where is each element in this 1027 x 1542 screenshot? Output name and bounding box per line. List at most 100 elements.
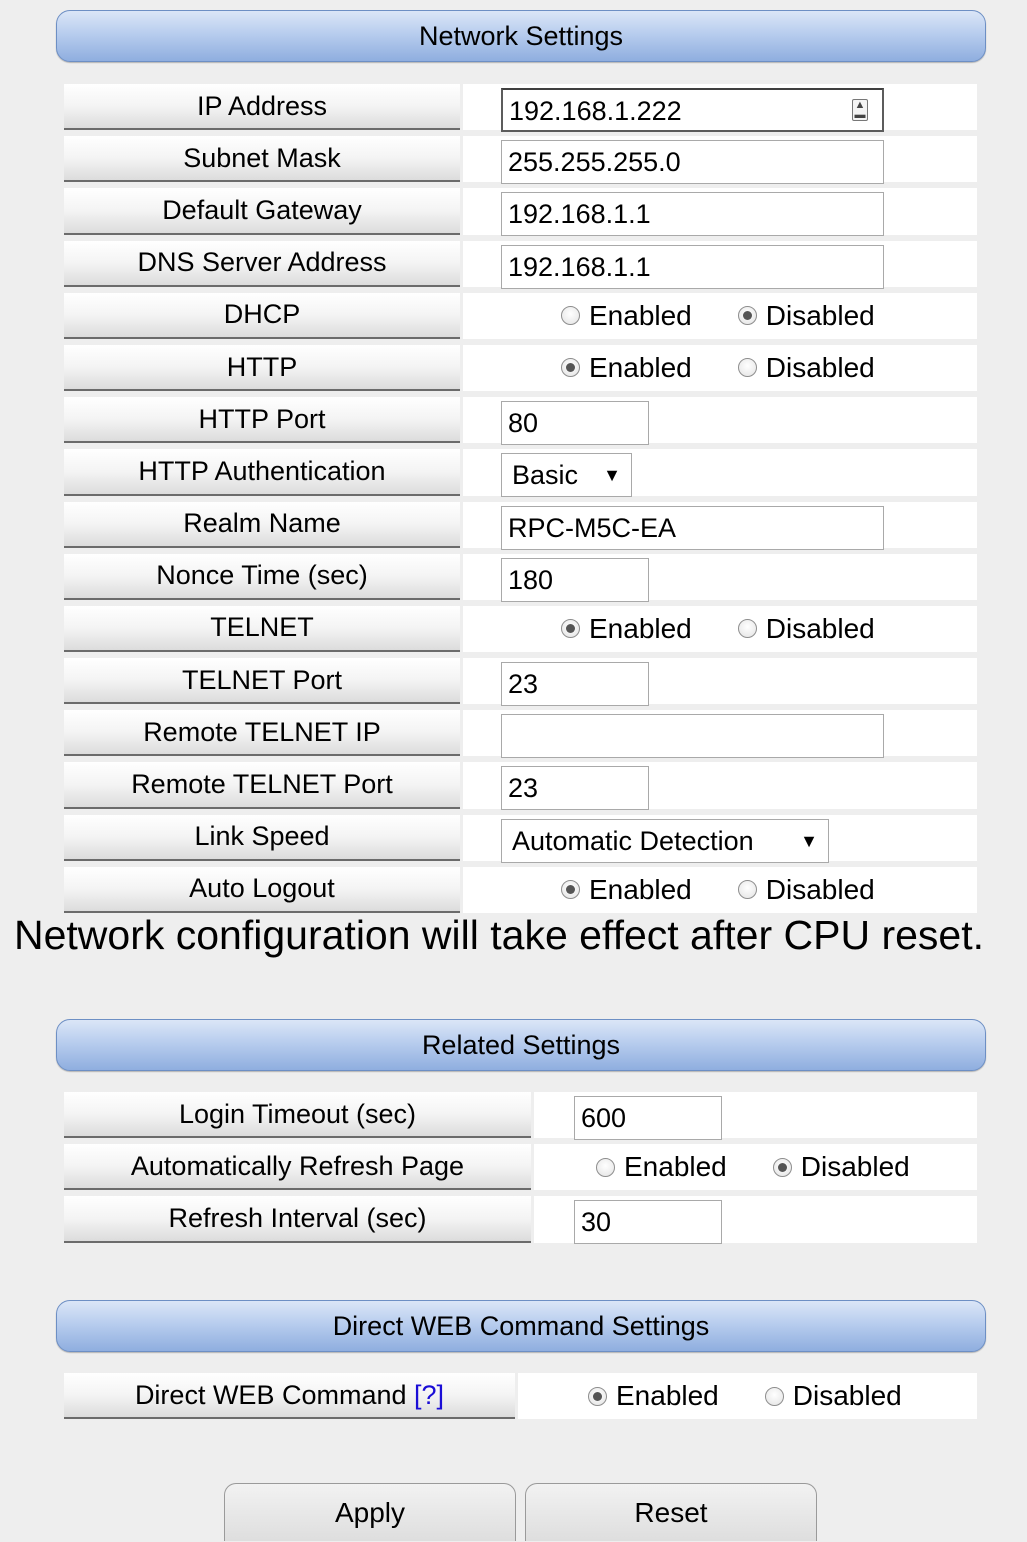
auto-logout-radio-group: Enabled Disabled <box>561 867 921 913</box>
nonce-time-row: Nonce Time (sec) 180 <box>64 551 977 603</box>
auto-refresh-radio-group: Enabled Disabled <box>596 1144 956 1190</box>
link-speed-select[interactable]: Automatic Detection ▼ <box>501 818 829 863</box>
network-settings-panel: IP Address 192.168.1.222 ▲ ▬ Subnet Mask … <box>64 81 977 916</box>
ip-address-input[interactable]: 192.168.1.222 ▲ ▬ <box>501 88 884 132</box>
ip-address-value: 192.168.1.222 <box>509 96 682 126</box>
telnet-enabled-radio[interactable] <box>561 619 580 639</box>
login-timeout-label: Login Timeout (sec) <box>64 1092 531 1139</box>
auto-refresh-disabled-option[interactable]: Disabled <box>772 1151 910 1183</box>
login-timeout-cell: 600 <box>534 1092 977 1140</box>
direct-web-command-cell: Enabled Disabled <box>518 1373 977 1420</box>
http-port-input[interactable]: 80 <box>501 401 649 446</box>
remote-telnet-port-input[interactable]: 23 <box>501 766 649 811</box>
auto-logout-enabled-radio[interactable] <box>561 880 580 900</box>
telnet-port-input[interactable]: 23 <box>501 662 649 707</box>
dhcp-enabled-option[interactable]: Enabled <box>561 300 692 332</box>
direct-web-command-radio-group: Enabled Disabled <box>588 1373 948 1419</box>
http-disabled-radio[interactable] <box>737 358 757 378</box>
auto-logout-disabled-text: Disabled <box>765 873 875 905</box>
realm-name-cell: RPC-M5C-EA <box>463 501 977 550</box>
http-disabled-option[interactable]: Disabled <box>737 352 875 384</box>
telnet-enabled-option[interactable]: Enabled <box>561 613 692 645</box>
remote-telnet-port-cell: 23 <box>463 762 977 811</box>
auto-logout-disabled-option[interactable]: Disabled <box>737 873 875 906</box>
dropdown-arrow-icon: ▼ <box>800 830 818 851</box>
subnet-mask-row: Subnet Mask 255.255.255.0 <box>64 133 977 185</box>
direct-web-command-disabled-option[interactable]: Disabled <box>764 1380 902 1412</box>
direct-web-command-disabled-radio[interactable] <box>764 1386 784 1406</box>
direct-web-command-enabled-option[interactable]: Enabled <box>588 1380 719 1412</box>
dhcp-enabled-text: Enabled <box>589 299 692 331</box>
dropdown-arrow-icon: ▼ <box>603 465 621 486</box>
http-enabled-text: Enabled <box>589 351 692 383</box>
telnet-disabled-radio[interactable] <box>737 619 757 639</box>
autofill-key-icon[interactable]: ▲ ▬ <box>852 99 868 121</box>
refresh-interval-input[interactable]: 30 <box>574 1200 722 1245</box>
cpu-reset-notice: Network configuration will take effect a… <box>14 912 984 958</box>
http-row: HTTP Enabled Disabled <box>64 342 977 394</box>
default-gateway-row: Default Gateway 192.168.1.1 <box>64 185 977 237</box>
link-speed-label: Link Speed <box>64 814 460 861</box>
dhcp-disabled-option[interactable]: Disabled <box>737 299 875 332</box>
ip-address-row: IP Address 192.168.1.222 ▲ ▬ <box>64 81 977 133</box>
http-auth-row: HTTP Authentication Basic ▼ <box>64 446 977 498</box>
apply-button[interactable]: Apply <box>224 1483 516 1541</box>
dns-server-label: DNS Server Address <box>64 240 460 287</box>
login-timeout-input[interactable]: 600 <box>574 1096 722 1140</box>
network-settings-header: Network Settings <box>56 10 986 62</box>
default-gateway-input[interactable]: 192.168.1.1 <box>501 192 884 237</box>
auto-refresh-cell: Enabled Disabled <box>534 1144 977 1191</box>
http-label: HTTP <box>64 344 460 392</box>
auto-logout-cell: Enabled Disabled <box>463 866 977 913</box>
direct-web-command-disabled-text: Disabled <box>792 1380 902 1411</box>
default-gateway-cell: 192.168.1.1 <box>463 188 977 237</box>
remote-telnet-port-row: Remote TELNET Port 23 <box>64 759 977 811</box>
dhcp-label: DHCP <box>64 292 460 339</box>
help-link[interactable]: [?] <box>414 1380 444 1411</box>
auto-logout-enabled-text: Enabled <box>589 873 692 905</box>
link-speed-value: Automatic Detection <box>512 825 754 856</box>
http-auth-label: HTTP Authentication <box>64 449 460 496</box>
telnet-row: TELNET Enabled Disabled <box>64 603 977 655</box>
telnet-label: TELNET <box>64 605 460 653</box>
auto-refresh-enabled-text: Enabled <box>624 1151 727 1183</box>
http-cell: Enabled Disabled <box>463 344 977 392</box>
dhcp-radio-group: Enabled Disabled <box>561 293 921 339</box>
auto-refresh-enabled-radio[interactable] <box>596 1157 615 1177</box>
dhcp-disabled-radio[interactable] <box>737 306 757 326</box>
auto-refresh-disabled-text: Disabled <box>800 1151 910 1183</box>
http-auth-select[interactable]: Basic ▼ <box>501 453 632 498</box>
remote-telnet-ip-input[interactable] <box>501 714 884 759</box>
auto-refresh-enabled-option[interactable]: Enabled <box>596 1151 727 1183</box>
remote-telnet-ip-label: Remote TELNET IP <box>64 710 460 757</box>
http-enabled-radio[interactable] <box>561 358 580 378</box>
default-gateway-label: Default Gateway <box>64 188 460 235</box>
dns-server-cell: 192.168.1.1 <box>463 240 977 289</box>
dhcp-disabled-text: Disabled <box>765 299 875 331</box>
refresh-interval-cell: 30 <box>534 1196 977 1245</box>
http-port-cell: 80 <box>463 397 977 446</box>
reset-button[interactable]: Reset <box>525 1483 817 1541</box>
auto-logout-enabled-option[interactable]: Enabled <box>561 874 692 906</box>
nonce-time-label: Nonce Time (sec) <box>64 553 460 600</box>
subnet-mask-input[interactable]: 255.255.255.0 <box>501 140 884 185</box>
telnet-disabled-option[interactable]: Disabled <box>737 613 875 645</box>
realm-name-input[interactable]: RPC-M5C-EA <box>501 505 884 550</box>
link-speed-cell: Automatic Detection ▼ <box>463 814 977 863</box>
auto-logout-disabled-radio[interactable] <box>737 880 757 900</box>
ip-address-label: IP Address <box>64 84 460 131</box>
telnet-port-label: TELNET Port <box>64 658 460 705</box>
auto-refresh-disabled-radio[interactable] <box>772 1157 792 1177</box>
nonce-time-input[interactable]: 180 <box>501 557 649 602</box>
http-enabled-option[interactable]: Enabled <box>561 352 692 384</box>
dhcp-enabled-radio[interactable] <box>561 306 580 326</box>
telnet-port-row: TELNET Port 23 <box>64 655 977 707</box>
direct-web-command-enabled-text: Enabled <box>616 1380 719 1411</box>
nonce-time-cell: 180 <box>463 553 977 602</box>
dns-server-input[interactable]: 192.168.1.1 <box>501 244 884 289</box>
telnet-cell: Enabled Disabled <box>463 605 977 653</box>
telnet-port-cell: 23 <box>463 658 977 707</box>
direct-web-command-enabled-radio[interactable] <box>588 1386 607 1406</box>
refresh-interval-row: Refresh Interval (sec) 30 <box>64 1193 977 1245</box>
dhcp-row: DHCP Enabled Disabled <box>64 290 977 342</box>
